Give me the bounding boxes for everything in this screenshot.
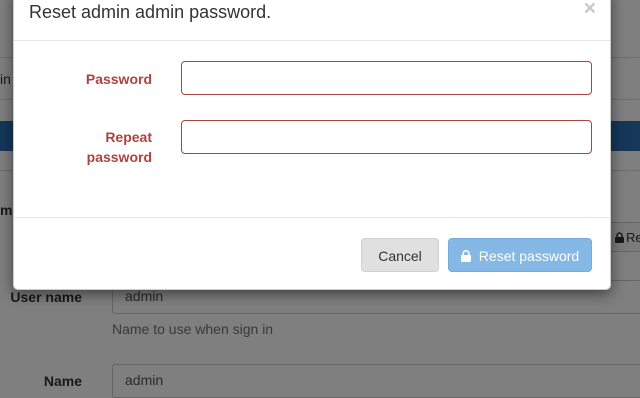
modal-title: Reset admin admin password. [29,2,272,22]
close-icon[interactable]: × [584,0,596,19]
modal-footer: Cancel Reset password [14,217,610,291]
password-label: Password [85,71,152,87]
password-input[interactable] [181,61,592,95]
repeat-password-label-line1: Repeat [105,129,152,145]
repeat-password-label-line2: password [86,149,152,165]
lock-icon [460,249,471,262]
reset-password-label: Reset password [478,248,580,264]
repeat-password-input[interactable] [181,120,592,154]
repeat-password-label: Repeat password [14,127,152,167]
cancel-button[interactable]: Cancel [361,238,439,272]
reset-password-button[interactable]: Reset password [448,238,592,272]
modal-header: Reset admin admin password. × [14,0,610,41]
reset-password-modal: Reset admin admin password. × Password R… [13,0,611,290]
